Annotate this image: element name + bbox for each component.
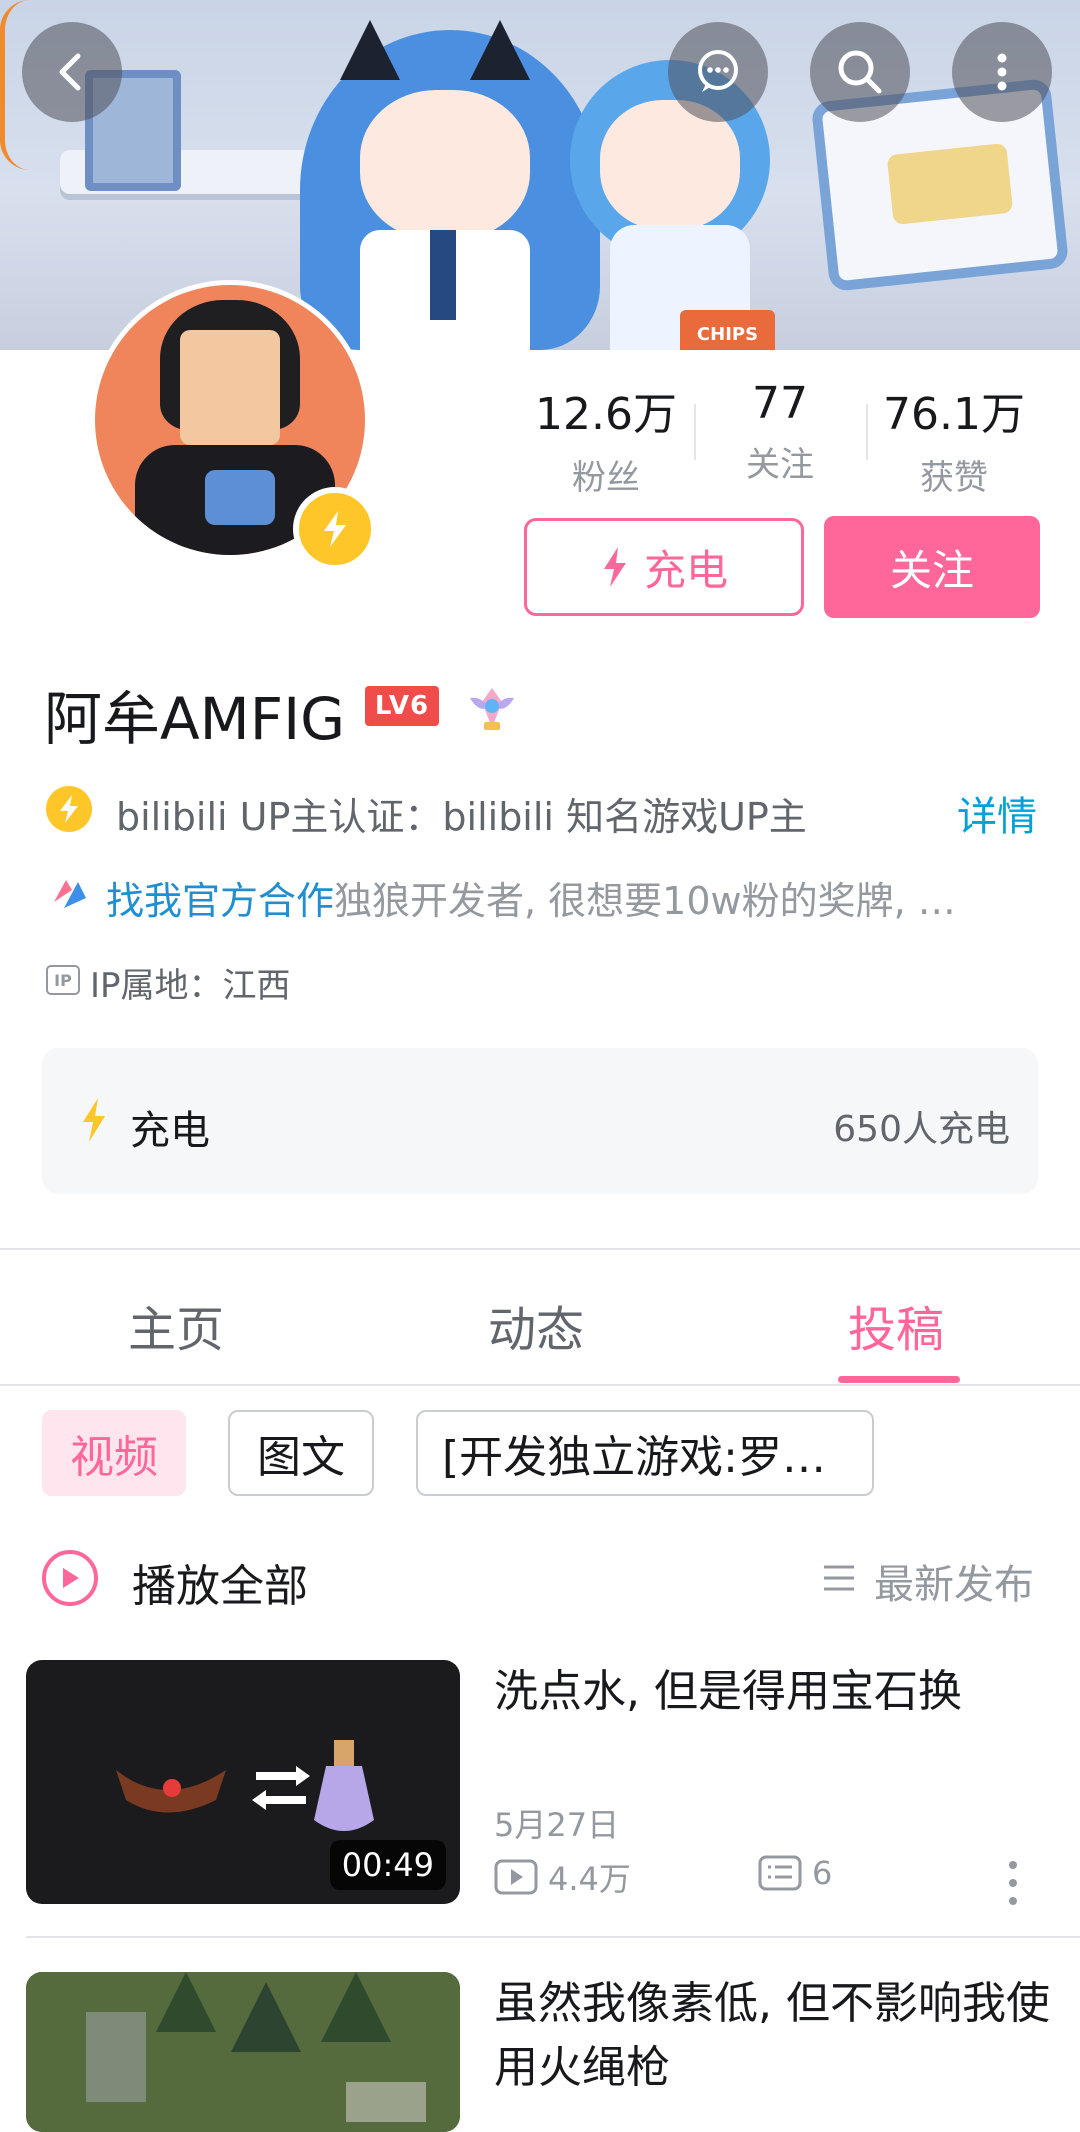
video-views-count: 4.4万 (548, 1860, 631, 1898)
charge-badge (293, 487, 377, 571)
sort-label[interactable]: 最新发布 (874, 1552, 1034, 1610)
stat-likes[interactable]: 76.1万 获赞 (874, 378, 1034, 499)
charge-card-count: 650人充电 (833, 1109, 1010, 1150)
play-count-icon (494, 1859, 538, 1895)
stat-value: 12.6万 (535, 389, 677, 440)
stat-fans[interactable]: 12.6万 粉丝 (526, 378, 686, 499)
stat-label: 获赞 (920, 458, 988, 498)
filter-collection[interactable]: [开发独立游戏:罗… (416, 1410, 874, 1496)
cooperation-icon[interactable] (48, 872, 92, 916)
more-vertical-icon[interactable] (1008, 1860, 1018, 1906)
lightning-icon (324, 511, 346, 547)
detail-link[interactable]: 详情 (957, 784, 1037, 842)
comment-icon (758, 1855, 802, 1891)
banner-character-1-tie (430, 230, 456, 320)
thumbnail-forest-scene (26, 1972, 460, 2132)
tab-uploads[interactable]: 投稿 (848, 1290, 944, 1360)
verified-badge-icon (46, 786, 92, 832)
level-badge: LV6 (365, 686, 439, 726)
filter-video[interactable]: 视频 (42, 1410, 186, 1496)
medal-icon[interactable] (462, 678, 522, 738)
stat-following[interactable]: 77 关注 (700, 378, 860, 486)
video-title[interactable]: 洗点水, 但是得用宝石换 (494, 1660, 1054, 1724)
banner-chips-bag: CHIPS (680, 310, 775, 350)
follow-button[interactable]: 关注 (824, 516, 1040, 618)
stat-label: 粉丝 (572, 458, 640, 498)
active-tab-indicator (838, 1376, 960, 1383)
banner-character-1-face (360, 90, 530, 240)
play-all-label[interactable]: 播放全部 (132, 1550, 308, 1614)
video-thumbnail[interactable] (26, 1972, 460, 2132)
ip-icon: IP (46, 965, 80, 995)
lightning-icon (83, 1098, 105, 1142)
stat-divider (866, 404, 868, 460)
search-icon (838, 50, 882, 94)
stat-divider (694, 404, 696, 460)
more-vertical-icon (997, 53, 1007, 91)
section-divider (0, 1248, 1080, 1250)
verification-text: bilibili UP主认证：bilibili 知名游戏UP主 (116, 795, 807, 839)
cooperation-link[interactable]: 找我官方合作 (106, 879, 334, 923)
tab-bar-divider (0, 1384, 1080, 1386)
lightning-icon (60, 795, 78, 823)
video-duration: 00:49 (329, 1840, 446, 1890)
charge-button-label: 充电 (643, 545, 728, 595)
lightning-icon (603, 547, 626, 587)
more-button[interactable] (952, 22, 1052, 122)
back-button[interactable] (22, 22, 122, 122)
ip-location: IP属地：江西 (90, 966, 291, 1006)
bio-text: 独狼开发者, 很想要10w粉的奖牌, … (334, 879, 956, 923)
search-button[interactable] (810, 22, 910, 122)
username: 阿牟AMFIG (44, 685, 346, 753)
back-icon (59, 53, 81, 91)
tab-home[interactable]: 主页 (128, 1290, 224, 1360)
avatar-shirt-logo (205, 470, 275, 525)
bio-line: 找我官方合作独狼开发者, 很想要10w粉的奖牌, … (106, 870, 1006, 925)
video-title[interactable]: 虽然我像素低, 但不影响我使用火绳枪 (494, 1972, 1054, 2100)
banner-monitor-screen (886, 142, 1014, 226)
tab-dynamics[interactable]: 动态 (488, 1290, 584, 1360)
video-date: 5月27日 (494, 1806, 620, 1844)
list-divider (26, 1936, 1080, 1938)
banner-cat-ear (340, 20, 400, 80)
play-icon (63, 1568, 79, 1588)
video-thumbnail[interactable]: 00:49 (26, 1660, 460, 1904)
thumbnail-pixel-art (116, 1740, 374, 1831)
charge-button[interactable]: 充电 (524, 518, 804, 616)
message-icon (698, 50, 738, 92)
filter-article[interactable]: 图文 (228, 1410, 374, 1496)
message-button[interactable] (668, 22, 768, 122)
sort-icon[interactable] (822, 1563, 856, 1593)
video-comments-count: 6 (812, 1854, 833, 1892)
banner-cat-ear (470, 20, 530, 80)
stat-value: 76.1万 (883, 389, 1025, 440)
video-views: 4.4万 (494, 1854, 631, 1900)
play-all-button[interactable] (42, 1550, 98, 1606)
avatar-face (180, 330, 280, 445)
video-comments: 6 (758, 1854, 832, 1892)
stat-value: 77 (752, 378, 808, 429)
stat-label: 关注 (746, 445, 814, 485)
charge-card-title: 充电 (130, 1108, 210, 1154)
